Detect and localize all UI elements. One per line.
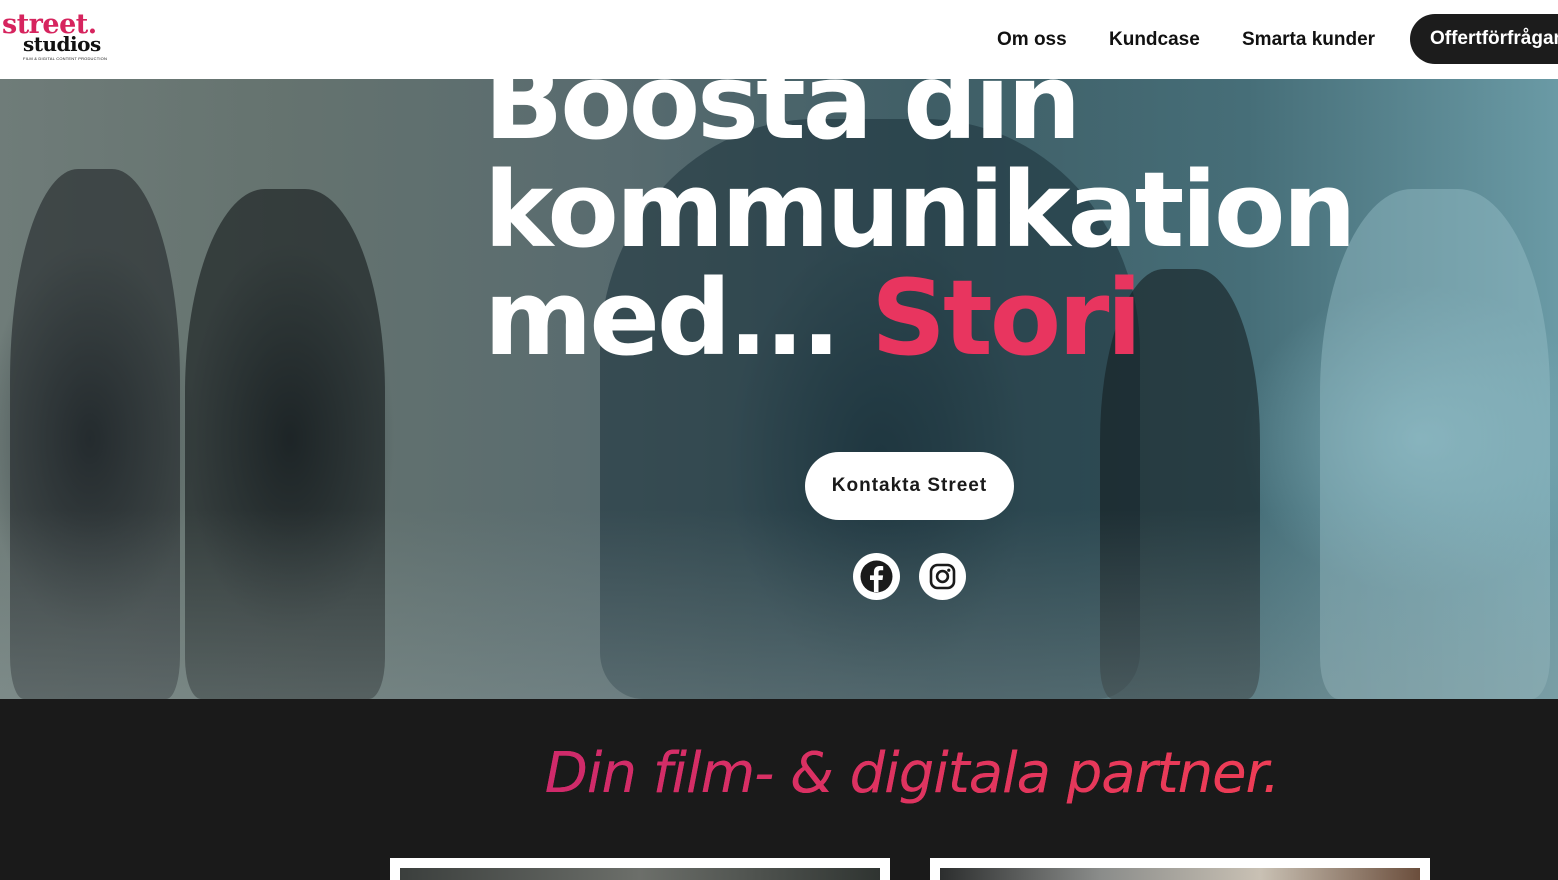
headline-line-1: Boosta din	[484, 79, 1081, 163]
facebook-icon	[860, 560, 893, 593]
case-card-image	[940, 868, 1420, 880]
hero-section: Boosta din kommunikation med... Stori Ko…	[0, 79, 1558, 699]
headline-line-2: kommunikation	[484, 149, 1356, 271]
site-header: street. studios FILM & DIGITAL CONTENT P…	[0, 0, 1558, 79]
nav-smarta-kunder[interactable]: Smarta kunder	[1242, 28, 1375, 52]
instagram-link[interactable]	[919, 553, 966, 600]
nav-om-oss[interactable]: Om oss	[997, 28, 1067, 52]
partner-section: Din film- & digitala partner.	[0, 699, 1558, 880]
nav-kundcase[interactable]: Kundcase	[1109, 28, 1200, 52]
headline-accent: Stori	[871, 257, 1142, 379]
case-card-image	[400, 868, 880, 880]
logo-line-2: studios	[23, 32, 101, 56]
section-tagline: Din film- & digitala partner.	[0, 741, 1558, 807]
case-card[interactable]	[930, 858, 1430, 880]
quote-request-button[interactable]: Offertförfrågan	[1410, 14, 1558, 64]
logo-tagline: FILM & DIGITAL CONTENT PRODUCTION	[23, 56, 108, 61]
headline-med: med...	[484, 257, 841, 379]
contact-street-button[interactable]: Kontakta Street	[805, 452, 1014, 520]
tagline-text: Din film- & digitala partner.	[544, 741, 1280, 806]
street-studios-logo[interactable]: street. studios FILM & DIGITAL CONTENT P…	[0, 10, 108, 66]
headline-line-3: med... Stori	[484, 264, 1484, 372]
case-card[interactable]	[390, 858, 890, 880]
facebook-link[interactable]	[853, 553, 900, 600]
hero-headline: Boosta din kommunikation med... Stori	[484, 79, 1484, 372]
instagram-icon	[922, 556, 963, 597]
hero-floor-overlay	[0, 509, 1558, 699]
